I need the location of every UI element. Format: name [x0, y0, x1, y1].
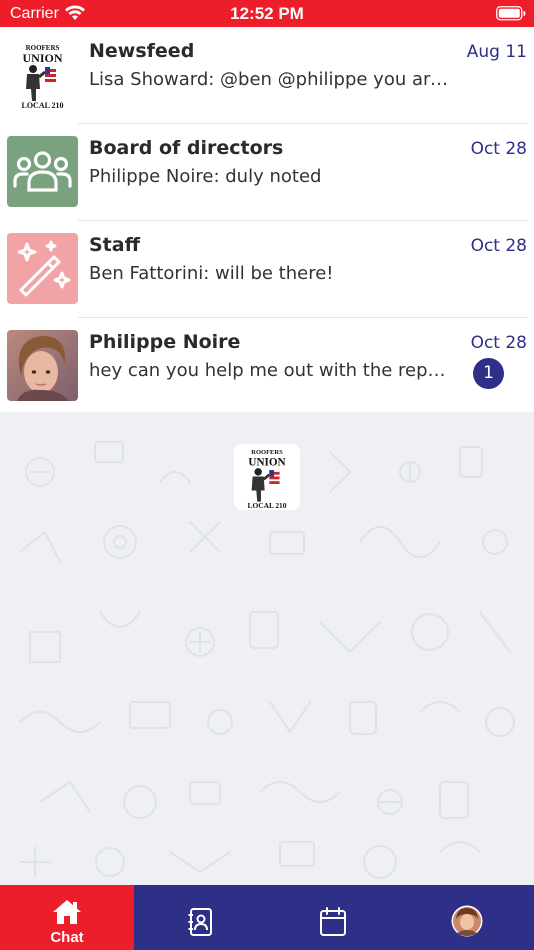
chat-date: Oct 28 [470, 236, 527, 256]
chat-row-staff[interactable]: Staff Ben Fattorini: will be there! Oct … [0, 221, 534, 318]
contacts-icon [188, 908, 212, 936]
logo-text-local: LOCAL 210 [248, 501, 287, 510]
chat-date: Aug 11 [466, 42, 527, 62]
logo-text-main: UNION [22, 51, 62, 65]
group-people-icon [7, 136, 78, 207]
union-logo-icon: ROOFERS UNION LOCAL 210 [7, 39, 78, 110]
chat-list: ROOFERS UNION LOCAL 210 Newsfeed Lisa Sh… [0, 27, 534, 415]
chat-preview: Ben Fattorini: will be there! [89, 263, 334, 284]
calendar-icon [320, 907, 346, 936]
magic-wand-icon [7, 233, 78, 304]
tab-chat-label: Chat [50, 929, 84, 946]
tab-chat[interactable]: Chat [0, 885, 134, 950]
home-icon [53, 900, 81, 924]
logo-text-local: LOCAL 210 [21, 101, 63, 110]
chat-preview: hey can you help me out with the repo… [89, 360, 449, 381]
tab-bar: Chat [0, 885, 534, 950]
clock: 12:52 PM [230, 4, 304, 23]
tab-contacts[interactable] [134, 885, 267, 950]
unread-badge: 1 [473, 358, 504, 389]
chat-date: Oct 28 [470, 139, 527, 159]
chat-date: Oct 28 [470, 333, 527, 353]
status-bar: Carrier 12:52 PM [0, 0, 534, 27]
chat-title: Staff [89, 234, 140, 256]
chat-row-philippe-noire[interactable]: Philippe Noire hey can you help me out w… [0, 318, 534, 415]
chat-preview: Philippe Noire: duly noted [89, 166, 322, 187]
union-logo-icon: ROOFERS UNION LOCAL 210 [234, 444, 300, 510]
user-photo [7, 330, 78, 401]
chat-background: ROOFERS UNION LOCAL 210 [0, 412, 534, 885]
battery-icon [496, 6, 526, 21]
chat-preview: Lisa Showard: @ben @philippe you are … [89, 69, 449, 90]
chat-title: Newsfeed [89, 40, 195, 62]
chat-title: Philippe Noire [89, 331, 241, 353]
profile-avatar [451, 905, 483, 937]
tab-calendar[interactable] [267, 885, 400, 950]
chat-title: Board of directors [89, 137, 284, 159]
logo-text-main: UNION [248, 456, 285, 468]
tab-profile[interactable] [400, 885, 534, 950]
chat-row-board-of-directors[interactable]: Board of directors Philippe Noire: duly … [0, 124, 534, 221]
logo-text-top: ROOFERS [251, 449, 283, 456]
chat-row-newsfeed[interactable]: ROOFERS UNION LOCAL 210 Newsfeed Lisa Sh… [0, 27, 534, 124]
